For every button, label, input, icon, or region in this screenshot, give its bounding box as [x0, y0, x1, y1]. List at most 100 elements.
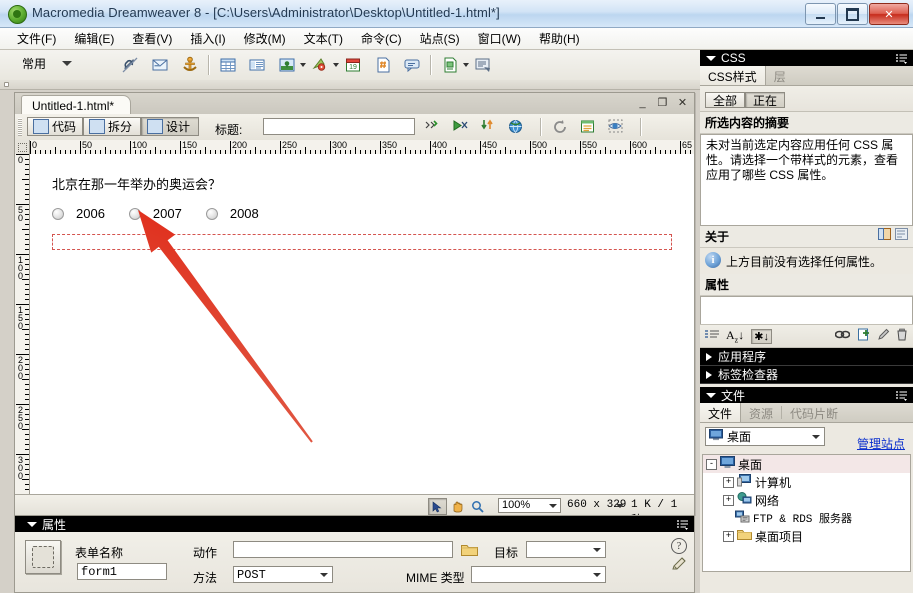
menu-edit[interactable]: 编辑(E) — [65, 28, 123, 49]
zoom-tool-button[interactable] — [468, 498, 487, 515]
help-icon[interactable]: ? — [671, 538, 687, 554]
menu-text[interactable]: 文本(T) — [295, 28, 352, 49]
method-select[interactable]: POST — [233, 566, 333, 583]
tree-row-network[interactable]: + 网络 — [703, 491, 910, 509]
design-view-button[interactable]: 设计 — [141, 117, 199, 136]
manage-sites-link[interactable]: 管理站点 — [857, 435, 905, 452]
panel-options-icon[interactable] — [677, 519, 689, 530]
document-close-button[interactable]: ✕ — [677, 96, 688, 109]
tree-row-desktop[interactable]: - 桌面 — [703, 455, 910, 473]
visual-aids-icon[interactable] — [608, 119, 625, 136]
tab-css-styles[interactable]: CSS样式 — [700, 66, 766, 85]
menu-help[interactable]: 帮助(H) — [530, 28, 589, 49]
tab-layers[interactable]: 层 — [765, 66, 794, 85]
menu-modify[interactable]: 修改(M) — [235, 28, 295, 49]
tree-row-ftp[interactable]: FTP & RDS 服务器 — [703, 509, 910, 527]
email-link-icon[interactable] — [151, 56, 169, 74]
refresh-icon[interactable] — [552, 119, 569, 136]
panel-options-icon[interactable] — [896, 53, 908, 64]
minimize-button[interactable] — [805, 3, 836, 25]
document-minimize-button[interactable]: _ — [637, 96, 648, 109]
template-icon[interactable] — [441, 56, 459, 74]
close-button[interactable]: ✕ — [869, 3, 909, 25]
ruler-origin-marker[interactable] — [15, 140, 30, 154]
maximize-button[interactable] — [837, 3, 868, 25]
tag-chooser-icon[interactable] — [474, 56, 492, 74]
panel-options-icon[interactable] — [896, 390, 908, 401]
globe-icon[interactable] — [508, 119, 525, 136]
category-view-icon[interactable] — [705, 329, 719, 344]
tab-files[interactable]: 文件 — [700, 403, 742, 422]
menu-insert[interactable]: 插入(I) — [181, 28, 234, 49]
page-title-input[interactable] — [263, 118, 415, 135]
toolbar-drag-handle[interactable] — [18, 118, 22, 136]
radio-2007[interactable] — [128, 207, 141, 220]
az-sort-icon[interactable]: Az↓ — [726, 328, 744, 344]
comment-icon[interactable] — [403, 56, 421, 74]
file-tree[interactable]: - 桌面 + 计算机 + 网络 FTP & RDS 服务器 + 桌面项目 — [702, 454, 911, 572]
anchor-icon[interactable] — [181, 56, 199, 74]
set-properties-icon[interactable]: ✱↓ — [751, 328, 772, 344]
css-current-button[interactable]: 正在 — [745, 92, 786, 108]
code-view-button[interactable]: 代码 — [27, 117, 83, 136]
tree-expander[interactable]: - — [706, 458, 717, 470]
hyperlink-icon[interactable] — [121, 56, 139, 74]
zoom-level-select[interactable]: 100% — [498, 498, 561, 513]
file-transfer-icon[interactable] — [480, 119, 497, 136]
chevron-down-icon[interactable] — [62, 61, 72, 66]
hand-tool-button[interactable] — [448, 498, 467, 515]
chevron-down-icon[interactable] — [463, 63, 469, 67]
show-list-view-icon[interactable] — [895, 228, 908, 243]
date-icon[interactable]: 19 — [344, 56, 362, 74]
image-icon[interactable] — [278, 56, 296, 74]
new-rule-icon[interactable] — [858, 328, 871, 344]
edit-rule-icon[interactable] — [877, 328, 890, 344]
menu-site[interactable]: 站点(S) — [411, 28, 469, 49]
files-panel-header[interactable]: 文件 — [700, 387, 913, 403]
tree-expander[interactable]: + — [723, 530, 734, 542]
target-select[interactable] — [526, 541, 606, 558]
show-category-view-icon[interactable] — [878, 228, 891, 243]
action-input[interactable] — [233, 541, 453, 558]
table-icon[interactable] — [219, 56, 237, 74]
form-outline[interactable] — [52, 234, 672, 250]
chevron-down-icon[interactable] — [616, 504, 624, 508]
quick-tag-editor-icon[interactable] — [672, 557, 688, 574]
form-name-input[interactable] — [77, 563, 167, 580]
horizontal-ruler[interactable]: 0 50 100 150 200 250 300 350 400 450 500 550 600 65 — [15, 140, 694, 155]
chevron-down-icon[interactable] — [333, 63, 339, 67]
tree-expander[interactable]: + — [723, 494, 734, 506]
tab-assets[interactable]: 资源 — [741, 403, 782, 422]
layout-table-icon[interactable] — [248, 56, 266, 74]
chevron-down-icon[interactable] — [300, 63, 306, 67]
css-panel-header[interactable]: CSS — [700, 50, 913, 66]
tree-expander[interactable]: + — [723, 476, 734, 488]
document-restore-button[interactable]: ❐ — [657, 96, 668, 109]
mime-select[interactable] — [471, 566, 606, 583]
menu-file[interactable]: 文件(F) — [8, 28, 65, 49]
properties-panel-header[interactable]: 属性 — [15, 516, 694, 532]
attach-stylesheet-icon[interactable] — [834, 329, 851, 343]
file-management-icon[interactable] — [425, 119, 442, 136]
media-icon[interactable] — [311, 56, 329, 74]
css-all-button[interactable]: 全部 — [705, 92, 746, 108]
document-tab[interactable]: Untitled-1.html* — [21, 95, 132, 114]
menu-window[interactable]: 窗口(W) — [469, 28, 530, 49]
delete-rule-icon[interactable] — [896, 328, 908, 344]
split-view-button[interactable]: 拆分 — [83, 117, 141, 136]
preview-browser-icon[interactable] — [452, 119, 469, 136]
menu-commands[interactable]: 命令(C) — [352, 28, 411, 49]
select-tool-button[interactable] — [428, 498, 447, 515]
radio-2006[interactable] — [52, 207, 64, 220]
tree-row-computer[interactable]: + 计算机 — [703, 473, 910, 491]
vertical-ruler[interactable]: 0 50 100 150 200 250 300 — [15, 154, 30, 494]
design-canvas[interactable]: 北京在那一年举办的奥运会？ 2006 2007 2008 — [30, 154, 694, 494]
site-select[interactable]: 桌面 — [705, 427, 825, 446]
tab-snippets[interactable]: 代码片断 — [782, 403, 847, 422]
folder-browse-icon[interactable] — [461, 543, 478, 557]
menu-view[interactable]: 查看(V) — [123, 28, 181, 49]
server-side-include-icon[interactable] — [374, 56, 392, 74]
view-options-icon[interactable] — [580, 119, 597, 136]
tag-inspector-panel-header[interactable]: 标签检查器 — [700, 366, 913, 384]
radio-2008[interactable] — [205, 207, 218, 220]
